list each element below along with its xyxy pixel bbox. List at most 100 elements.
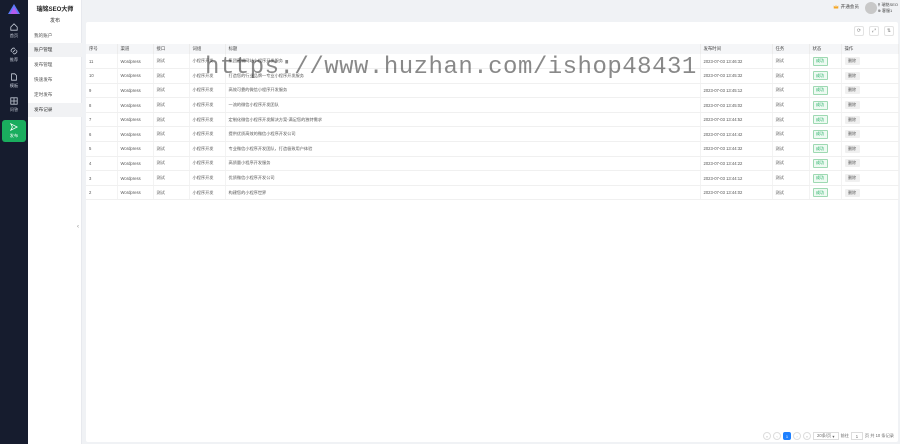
column-header[interactable]: 操作: [841, 44, 899, 54]
table-cell: 测试: [772, 68, 810, 84]
menu-item-my-account[interactable]: 我的账户: [28, 29, 82, 43]
last-page-button[interactable]: »: [803, 432, 812, 440]
status-badge: 成功: [812, 144, 828, 154]
collapse-sidebar-icon[interactable]: ‹: [77, 224, 79, 230]
table-header-row: 序号 渠道 接口 词组 标题 发布时间 任务 状态 操作: [86, 44, 899, 54]
vip-label: 开通会员: [840, 4, 859, 9]
table-cell: 删除: [841, 170, 899, 186]
menu-item-publish-records[interactable]: 发布记录: [28, 103, 82, 117]
table-cell: 小程序开发: [189, 112, 226, 128]
menu-item-publish-management[interactable]: 发布管理: [28, 58, 82, 72]
next-page-button[interactable]: ›: [793, 432, 802, 440]
table-cell: 删除: [841, 83, 899, 99]
delete-button[interactable]: 删除: [844, 174, 860, 183]
menu-item-quick-publish[interactable]: 快速发布: [28, 73, 82, 87]
table-cell: 测试: [772, 141, 810, 157]
table-cell: 成功: [809, 97, 842, 113]
column-header[interactable]: 状态: [809, 44, 842, 54]
table-cell: 小程序开发: [189, 126, 226, 143]
page-size-select[interactable]: 20条/页 ▾: [813, 432, 839, 440]
column-header[interactable]: 标题: [225, 44, 701, 54]
rail-item-label: 首页: [9, 33, 19, 38]
publish-records-table: 序号 渠道 接口 词组 标题 发布时间 任务 状态 操作 11 Wordpress…: [86, 44, 899, 201]
table-cell: 成功: [809, 83, 842, 99]
status-badge: 成功: [812, 100, 828, 110]
table-cell: 小程序开发: [189, 83, 226, 99]
page-button-current[interactable]: 1: [783, 432, 792, 440]
refresh-icon[interactable]: ⟳: [854, 26, 864, 36]
table-cell: 2023-07-03 13:44:22: [700, 156, 773, 172]
main-panel: ⟳ ⤢ ⇅ 序号 渠道 接口 词组 标题 发布时间 任务 状态 操作 11 Wor…: [86, 22, 899, 442]
delete-button[interactable]: 删除: [844, 130, 860, 139]
delete-button[interactable]: 删除: [844, 144, 860, 153]
avatar[interactable]: [865, 2, 877, 14]
table-cell: 删除: [841, 126, 899, 143]
table-cell: 测试: [153, 112, 190, 128]
rail-item-publish[interactable]: 发布: [2, 120, 26, 142]
table-cell: 一流的微信小程序开发团队: [225, 97, 701, 113]
table-cell: 2023-07-03 13:44:12: [700, 170, 773, 186]
rail-item-template[interactable]: 模板: [2, 70, 26, 92]
column-header[interactable]: 序号: [86, 44, 118, 54]
rail-item-qa[interactable]: 问答: [2, 94, 26, 116]
table-cell: 小程序开发: [189, 141, 226, 157]
table-cell: 测试: [153, 97, 190, 113]
table-cell: 小程序开发: [189, 54, 226, 70]
table-cell: 2023-07-03 13:44:42: [700, 126, 773, 143]
column-header[interactable]: 渠道: [117, 44, 154, 54]
delete-button[interactable]: 删除: [844, 57, 860, 66]
document-icon: [11, 73, 17, 81]
delete-button[interactable]: 删除: [844, 188, 860, 197]
rail-item-home[interactable]: 首页: [2, 20, 26, 42]
delete-button[interactable]: 删除: [844, 71, 860, 80]
table-cell: 高质量小程序开发服务: [225, 156, 701, 172]
table-row: 8 Wordpress 测试 小程序开发 一流的微信小程序开发团队 2023-07-03 …: [86, 97, 899, 113]
user-info[interactable]: ⚲ 瑞铭SEO ⊕ 客服1: [877, 2, 898, 14]
table-cell: 2: [86, 185, 118, 201]
link-icon: [10, 47, 18, 55]
delete-button[interactable]: 删除: [844, 115, 860, 124]
table-cell: 2023-07-03 13:44:02: [700, 185, 773, 201]
user-name: 瑞铭SEO: [881, 2, 898, 7]
goto-page-input[interactable]: 1: [850, 432, 863, 440]
table-cell: 删除: [841, 68, 899, 84]
table-cell: 测试: [153, 68, 190, 84]
table-cell: 定制化微信小程序开发解决方案-满足您的独特需求: [225, 112, 701, 128]
crown-icon: [833, 4, 838, 9]
grid-icon: [10, 97, 18, 105]
column-header[interactable]: 接口: [153, 44, 190, 54]
table-cell: Wordpress: [117, 170, 154, 186]
table-cell: 6: [86, 126, 118, 143]
column-header[interactable]: 发布时间: [700, 44, 773, 54]
table-cell: 成功: [809, 170, 842, 186]
user-id: 客服1: [881, 8, 893, 13]
prev-page-button[interactable]: ‹: [773, 432, 782, 440]
table-cell: 测试: [153, 83, 190, 99]
table-cell: 测试: [772, 83, 810, 99]
table-cell: Wordpress: [117, 112, 154, 128]
first-page-button[interactable]: «: [763, 432, 772, 440]
table-cell: 11: [86, 54, 118, 70]
delete-button[interactable]: 删除: [844, 101, 860, 110]
rail-item-recommend[interactable]: 推荐: [2, 44, 26, 66]
status-badge: 成功: [812, 158, 828, 168]
vip-button[interactable]: 开通会员: [833, 4, 859, 10]
column-header[interactable]: 词组: [189, 44, 226, 54]
table-cell: 小程序开发: [189, 68, 226, 84]
delete-button[interactable]: 删除: [844, 86, 860, 95]
rail-item-label: 发布: [9, 133, 19, 138]
column-settings-icon[interactable]: ⇅: [884, 26, 894, 36]
table-row: 10 Wordpress 测试 小程序开发 打造您的行业品牌—专业小程序开发服务 2023…: [86, 68, 899, 84]
table-cell: 删除: [841, 97, 899, 113]
pagination: « ‹ 1 › » 20条/页 ▾ 前往 1 页 共 10 条记录: [763, 432, 894, 440]
column-header[interactable]: 任务: [772, 44, 810, 54]
table-row: 3 Wordpress 测试 小程序开发 优质微信小程序开发公司 2023-07-03 1…: [86, 170, 899, 186]
table-cell: 删除: [841, 156, 899, 172]
table-cell: 小程序开发: [189, 156, 226, 172]
table-cell: 成功: [809, 68, 842, 84]
menu-item-scheduled-publish[interactable]: 定时发布: [28, 88, 82, 102]
fullscreen-icon[interactable]: ⤢: [869, 26, 879, 36]
home-icon: [10, 23, 18, 31]
delete-button[interactable]: 删除: [844, 159, 860, 168]
menu-item-account-management[interactable]: 账户管理: [28, 43, 82, 57]
